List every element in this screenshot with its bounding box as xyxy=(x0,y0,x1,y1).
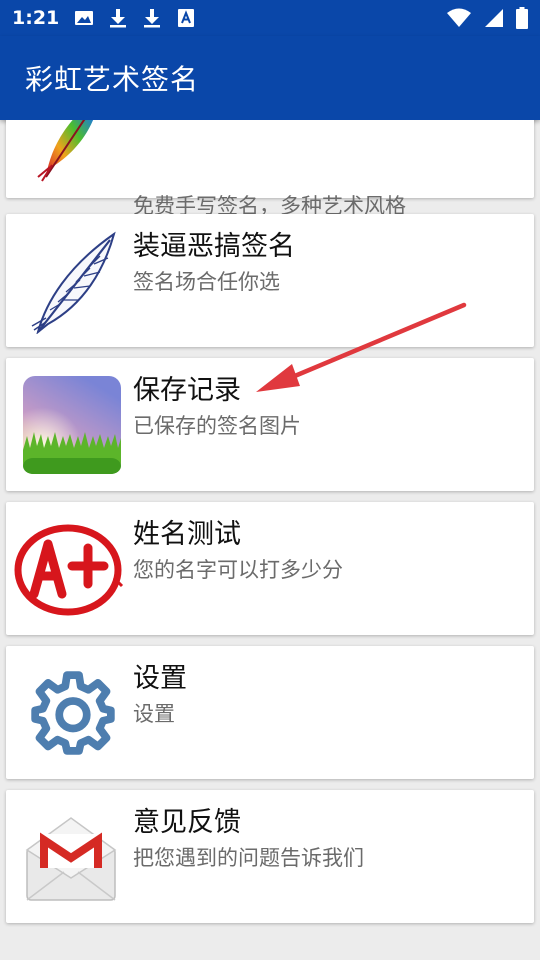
menu-item-free-signature[interactable]: 免费手写签名，多种艺术风格 xyxy=(6,120,534,218)
font-icon xyxy=(178,9,195,27)
battery-icon xyxy=(516,7,528,29)
menu-item-saved-records[interactable]: 保存记录 已保存的签名图片 xyxy=(6,358,534,491)
menu-item-title: 设置 xyxy=(133,663,187,694)
menu-item-subtitle: 设置 xyxy=(133,702,175,726)
menu-item-settings[interactable]: 设置 设置 xyxy=(6,646,534,779)
gmail-envelope-icon xyxy=(25,817,117,901)
menu-item-name-test[interactable]: 姓名测试 您的名字可以打多少分 xyxy=(6,502,534,635)
menu-item-subtitle: 您的名字可以打多少分 xyxy=(133,558,343,582)
menu-item-title: 保存记录 xyxy=(133,375,241,406)
menu-item-feedback[interactable]: 意见反馈 把您遇到的问题告诉我们 xyxy=(6,790,534,923)
wifi-icon xyxy=(447,8,471,27)
signal-icon xyxy=(485,9,503,27)
menu-list[interactable]: 免费手写签名，多种艺术风格 装逼恶搞签名 签名场合任你选 保存记录 已保存的签名… xyxy=(0,120,540,960)
menu-item-title: 意见反馈 xyxy=(133,807,241,838)
menu-item-title: 装逼恶搞签名 xyxy=(133,231,295,262)
download-icon xyxy=(144,9,161,28)
feather-quill-icon xyxy=(31,231,116,334)
menu-item-title: 姓名测试 xyxy=(133,519,241,550)
app-title: 彩虹艺术签名 xyxy=(25,63,200,96)
menu-item-subtitle: 把您遇到的问题告诉我们 xyxy=(133,846,364,870)
download-icon xyxy=(110,9,127,28)
rainbow-feather-icon xyxy=(37,120,94,182)
a-plus-grade-icon xyxy=(14,524,124,616)
status-time: 1:21 xyxy=(12,7,60,29)
landscape-photo-icon xyxy=(23,376,121,474)
status-bar: 1:21 xyxy=(0,0,540,36)
app-bar: 彩虹艺术签名 xyxy=(0,36,540,120)
menu-item-prank-signature[interactable]: 装逼恶搞签名 签名场合任你选 xyxy=(6,214,534,347)
menu-item-subtitle: 已保存的签名图片 xyxy=(133,414,301,438)
image-icon xyxy=(75,11,94,25)
menu-item-subtitle: 签名场合任你选 xyxy=(133,270,280,294)
gear-icon xyxy=(31,671,115,755)
